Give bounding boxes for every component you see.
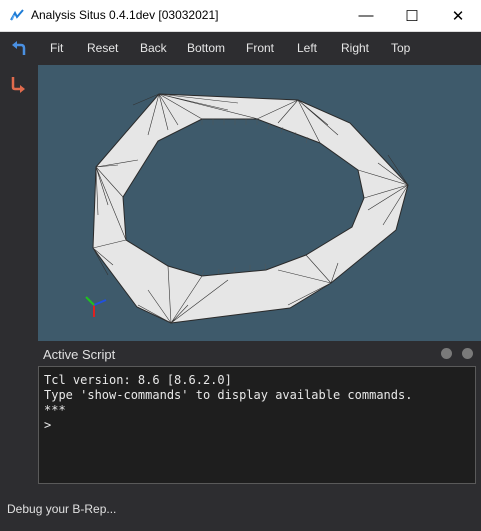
- script-panel-header: Active Script: [38, 343, 481, 365]
- front-button[interactable]: Front: [246, 41, 274, 55]
- app-window: Analysis Situs 0.4.1dev [03032021] — ☐ ✕…: [0, 0, 481, 531]
- back-button[interactable]: Back: [140, 41, 167, 55]
- close-panel-icon[interactable]: [462, 348, 473, 359]
- title-bar: Analysis Situs 0.4.1dev [03032021] — ☐ ✕: [0, 0, 481, 32]
- console-prompt[interactable]: >: [44, 418, 51, 432]
- console-line: ***: [44, 403, 66, 417]
- maximize-button[interactable]: ☐: [389, 0, 435, 31]
- console-output[interactable]: Tcl version: 8.6 [8.6.2.0] Type 'show-co…: [38, 366, 476, 484]
- mesh-ring: [92, 93, 409, 324]
- sidebar: [0, 41, 38, 485]
- reset-button[interactable]: Reset: [87, 41, 118, 55]
- console-line: Tcl version: 8.6 [8.6.2.0]: [44, 373, 232, 387]
- fit-button[interactable]: Fit: [50, 41, 63, 55]
- top-button[interactable]: Top: [391, 41, 410, 55]
- close-icon: ✕: [451, 7, 465, 25]
- app-logo-icon: [10, 9, 24, 21]
- minimize-button[interactable]: —: [343, 0, 389, 31]
- minimize-icon: —: [358, 7, 374, 24]
- 3d-viewport[interactable]: [38, 65, 481, 341]
- close-button[interactable]: ✕: [435, 0, 481, 31]
- status-text: Debug your B-Rep...: [7, 502, 117, 516]
- axis-triad-icon: [85, 296, 107, 317]
- bottom-button[interactable]: Bottom: [187, 41, 225, 55]
- console-line: Type 'show-commands' to display availabl…: [44, 388, 413, 402]
- maximize-icon: ☐: [405, 7, 419, 25]
- panel-title: Active Script: [43, 347, 116, 362]
- window-title: Analysis Situs 0.4.1dev [03032021]: [31, 8, 219, 22]
- float-panel-icon[interactable]: [441, 348, 452, 359]
- model-view: [85, 93, 409, 324]
- redo-icon[interactable]: [9, 73, 29, 93]
- view-toolbar: Fit Reset Back Bottom Front Left Right T…: [0, 32, 481, 65]
- right-button[interactable]: Right: [341, 41, 369, 55]
- inner-wall: [201, 119, 309, 277]
- left-button[interactable]: Left: [297, 41, 317, 55]
- undo-icon[interactable]: [9, 40, 29, 60]
- status-bar: Debug your B-Rep...: [0, 497, 481, 531]
